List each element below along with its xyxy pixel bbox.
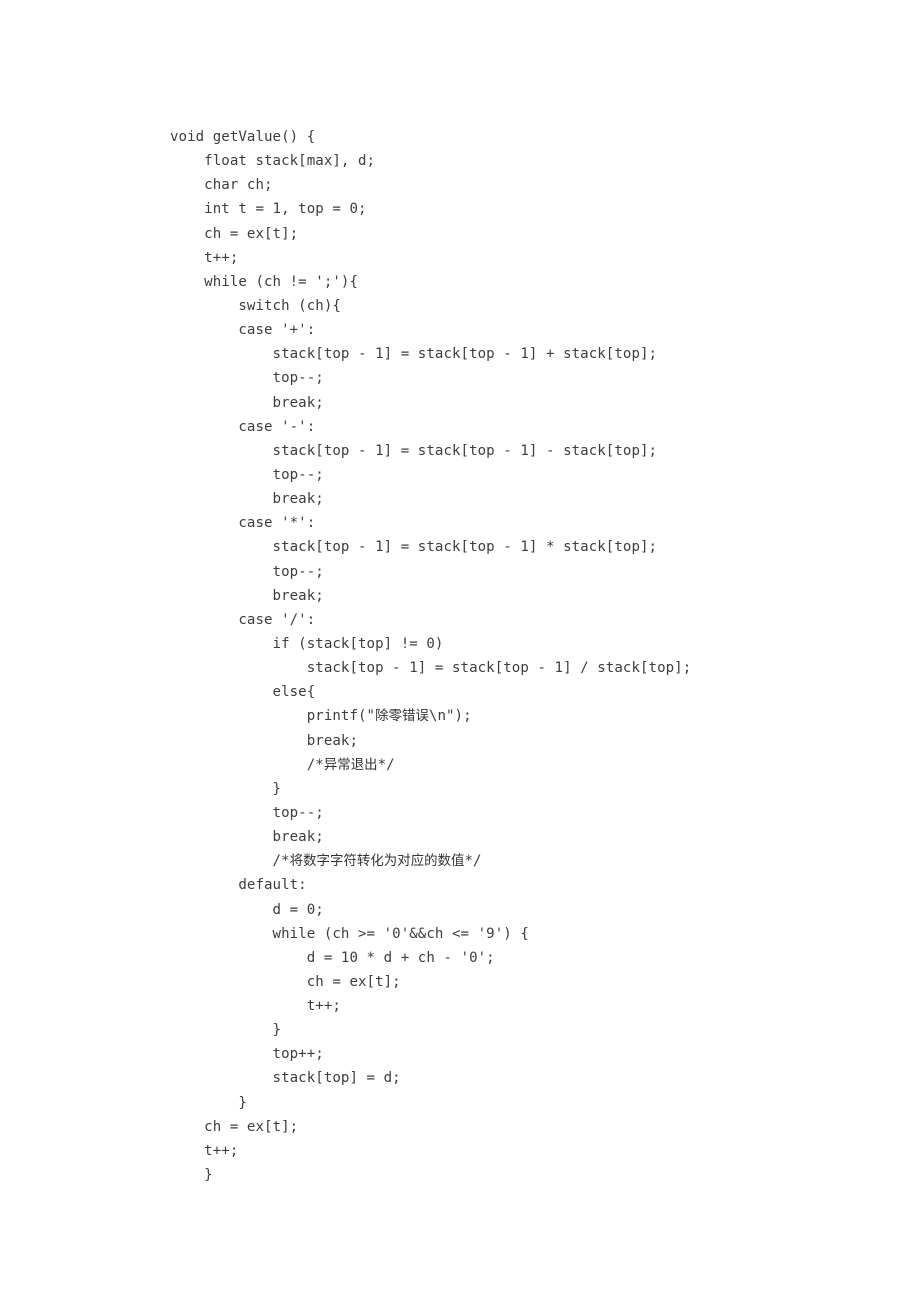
code-line: break; <box>170 825 870 849</box>
code-line: stack[top - 1] = stack[top - 1] - stack[… <box>170 439 870 463</box>
code-line: } <box>170 777 870 801</box>
code-line: top++; <box>170 1042 870 1066</box>
code-token: stack[top - 1] = stack[top - 1] / stack[… <box>170 660 692 677</box>
code-line: t++; <box>170 246 870 270</box>
code-token: default: <box>170 877 307 894</box>
code-token: \n"); <box>428 708 472 725</box>
code-token: else{ <box>170 684 316 701</box>
code-token: case '*': <box>170 515 316 532</box>
code-token: stack[top - 1] = stack[top - 1] - stack[… <box>170 442 658 459</box>
code-listing: void getValue() { float stack[max], d; c… <box>170 125 870 1187</box>
code-token: top--; <box>170 804 324 821</box>
code-token: } <box>170 1167 213 1184</box>
code-line: top--; <box>170 366 870 390</box>
code-line: d = 0; <box>170 898 870 922</box>
code-token: t++; <box>170 998 341 1015</box>
code-token: break; <box>170 491 324 508</box>
code-token: top--; <box>170 370 324 387</box>
code-line: /*将数字字符转化为对应的数值*/ <box>170 849 870 873</box>
code-line: ch = ex[t]; <box>170 1115 870 1139</box>
code-line: stack[top] = d; <box>170 1066 870 1090</box>
code-token: printf(" <box>170 708 376 725</box>
code-line: char ch; <box>170 173 870 197</box>
code-token: void getValue() { <box>170 129 316 145</box>
code-token: break; <box>170 587 324 604</box>
code-token: ch = ex[t]; <box>170 1118 299 1135</box>
code-cjk-text: 将数字字符转化为对应的数值 <box>289 854 465 870</box>
code-cjk-text: 异常退出 <box>323 757 378 773</box>
code-line: void getValue() { <box>170 125 870 149</box>
code-line: top--; <box>170 560 870 584</box>
code-token: break; <box>170 394 324 411</box>
code-token: case '/': <box>170 611 316 628</box>
code-token: */ <box>464 853 482 870</box>
code-line: top--; <box>170 801 870 825</box>
code-cjk-text: 除零错误 <box>375 709 429 725</box>
code-line: stack[top - 1] = stack[top - 1] * stack[… <box>170 535 870 559</box>
code-token: } <box>170 1022 282 1039</box>
code-token: ch = ex[t]; <box>170 973 401 990</box>
code-token: /* <box>170 853 290 870</box>
code-line: } <box>170 1018 870 1042</box>
code-token: if (stack[top] != 0) <box>170 635 444 652</box>
code-token: d = 10 * d + ch - '0'; <box>170 949 495 966</box>
code-token: } <box>170 780 282 797</box>
code-line: while (ch != ';'){ <box>170 270 870 294</box>
code-token: stack[top - 1] = stack[top - 1] + stack[… <box>170 346 658 363</box>
code-line: break; <box>170 487 870 511</box>
code-line: break; <box>170 391 870 415</box>
code-token: d = 0; <box>170 901 324 918</box>
code-line: stack[top - 1] = stack[top - 1] + stack[… <box>170 342 870 366</box>
code-line: default: <box>170 873 870 897</box>
code-token: t++; <box>170 1142 239 1159</box>
document-page: void getValue() { float stack[max], d; c… <box>0 0 920 1302</box>
code-line: /*异常退出*/ <box>170 753 870 777</box>
code-line: printf("除零错误\n"); <box>170 704 870 728</box>
code-token: /* <box>170 756 324 773</box>
code-line: if (stack[top] != 0) <box>170 632 870 656</box>
code-line: ch = ex[t]; <box>170 222 870 246</box>
code-line: break; <box>170 729 870 753</box>
code-line: float stack[max], d; <box>170 149 870 173</box>
code-line: int t = 1, top = 0; <box>170 197 870 221</box>
code-line: t++; <box>170 1139 870 1163</box>
code-token: top--; <box>170 466 324 483</box>
code-token: break; <box>170 732 358 749</box>
code-token: ch = ex[t]; <box>170 225 299 242</box>
code-token: switch (ch){ <box>170 297 341 314</box>
code-token: int t = 1, top = 0; <box>170 201 367 218</box>
code-line: case '-': <box>170 415 870 439</box>
code-line: case '+': <box>170 318 870 342</box>
code-line: case '*': <box>170 511 870 535</box>
code-token: case '-': <box>170 418 316 435</box>
code-line: break; <box>170 584 870 608</box>
code-token: while (ch >= '0'&&ch <= '9') { <box>170 925 529 942</box>
code-line: d = 10 * d + ch - '0'; <box>170 946 870 970</box>
code-line: } <box>170 1091 870 1115</box>
code-line: case '/': <box>170 608 870 632</box>
code-line: switch (ch){ <box>170 294 870 318</box>
code-token: float stack[max], d; <box>170 153 376 170</box>
code-token: break; <box>170 829 324 846</box>
code-line: stack[top - 1] = stack[top - 1] / stack[… <box>170 656 870 680</box>
code-token: while (ch != ';'){ <box>170 273 358 290</box>
code-token: case '+': <box>170 322 316 339</box>
code-token: stack[top] = d; <box>170 1070 401 1087</box>
code-token: top++; <box>170 1046 324 1063</box>
code-token: */ <box>377 756 395 773</box>
code-line: ch = ex[t]; <box>170 970 870 994</box>
code-line: while (ch >= '0'&&ch <= '9') { <box>170 922 870 946</box>
code-token: char ch; <box>170 177 273 194</box>
code-token: stack[top - 1] = stack[top - 1] * stack[… <box>170 539 658 556</box>
code-line: } <box>170 1163 870 1187</box>
code-line: else{ <box>170 680 870 704</box>
code-token: t++; <box>170 249 239 266</box>
code-line: top--; <box>170 463 870 487</box>
code-token: top--; <box>170 563 324 580</box>
code-line: t++; <box>170 994 870 1018</box>
code-token: } <box>170 1094 247 1111</box>
